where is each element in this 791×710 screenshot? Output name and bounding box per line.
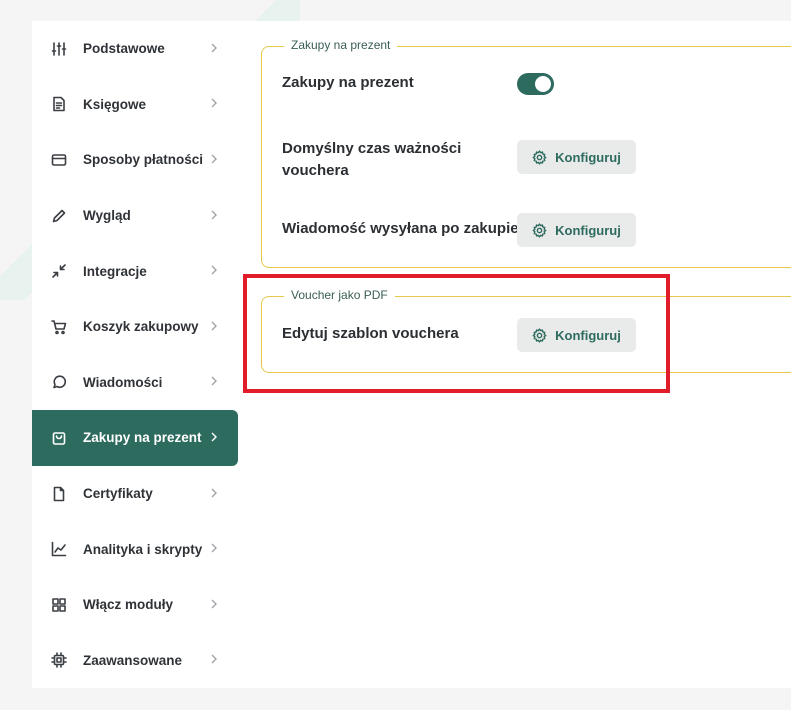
sidebar-item-podstawowe[interactable]: Podstawowe [32,21,238,77]
sidebar-item-sposoby-platnosci[interactable]: Sposoby płatności [32,132,238,188]
shopping-bag-icon [50,429,68,447]
chevron-right-icon [210,318,218,336]
configure-message-button[interactable]: Konfiguruj [517,213,636,247]
voucher-validity-label: Domyślny czas ważności vouchera [282,138,461,182]
sidebar-item-label: Zaawansowane [83,652,183,668]
sidebar-item-ksiegowe[interactable]: Księgowe [32,77,238,133]
sidebar-item-label: Księgowe [83,96,147,112]
sidebar-item-wyglad[interactable]: Wygląd [32,188,238,244]
chevron-right-icon [210,596,218,614]
button-label: Konfiguruj [555,149,621,165]
toggle-knob [535,76,551,92]
arrows-in-icon [50,262,68,280]
sidebar-item-wlacz-moduly[interactable]: Włącz moduły [32,577,238,633]
sliders-icon [50,40,68,58]
sidebar-item-label: Włącz moduły [83,597,174,613]
chip-icon [50,651,68,669]
file-icon [50,485,68,503]
chevron-right-icon [210,540,218,558]
sidebar-item-koszyk-zakupowy[interactable]: Koszyk zakupowy [32,299,238,355]
sidebar-item-certyfikaty[interactable]: Certyfikaty [32,466,238,522]
gift-purchases-label: Zakupy na prezent [282,74,414,91]
document-icon [50,95,68,113]
sidebar-item-label: Podstawowe [83,41,165,57]
message-after-purchase-label: Wiadomość wysyłana po zakupie [282,220,519,237]
sidebar-item-label: Koszyk zakupowy [83,319,199,335]
chat-bubble-icon [50,373,68,391]
cart-icon [50,318,68,336]
chevron-right-icon [210,40,218,58]
gift-purchases-toggle[interactable] [517,73,554,95]
chevron-right-icon [210,373,218,391]
sidebar-item-label: Analityka i skrypty [83,541,203,557]
chevron-right-icon [210,429,218,447]
credit-card-icon [50,151,68,169]
sidebar-item-analityka-i-skrypty[interactable]: Analityka i skrypty [32,521,238,577]
grid-icon [50,596,68,614]
group-legend: Zakupy na prezent [284,38,398,52]
sidebar-item-label: Wiadomości [83,374,163,390]
sidebar-item-label: Integracje [83,263,147,279]
chart-line-icon [50,540,68,558]
settings-sidebar: Podstawowe Księgowe Sposoby płatności Wy… [32,21,238,688]
voucher-validity-label-line1: Domyślny czas ważności [282,140,462,157]
sidebar-item-integracje[interactable]: Integracje [32,243,238,299]
sidebar-item-zakupy-na-prezent[interactable]: Zakupy na prezent [32,410,238,466]
voucher-validity-label-line2: vouchera [282,162,349,179]
sidebar-item-label: Zakupy na prezent [83,430,202,446]
chevron-right-icon [210,207,218,225]
chevron-right-icon [210,95,218,113]
sidebar-item-wiadomosci[interactable]: Wiadomości [32,355,238,411]
configure-validity-button[interactable]: Konfiguruj [517,140,636,174]
gear-icon [532,222,547,238]
sidebar-item-label: Wygląd [83,208,131,224]
chevron-right-icon [210,262,218,280]
chevron-right-icon [210,651,218,669]
chevron-right-icon [210,485,218,503]
sidebar-item-label: Certyfikaty [83,486,153,502]
gift-purchases-group: Zakupy na prezent Zakupy na prezent Domy… [261,38,791,268]
gear-icon [532,149,547,165]
pencil-icon [50,207,68,225]
sidebar-item-zaawansowane[interactable]: Zaawansowane [32,633,238,689]
sidebar-item-label: Sposoby płatności [83,152,204,168]
highlight-box [243,274,670,393]
chevron-right-icon [210,151,218,169]
button-label: Konfiguruj [555,222,621,238]
